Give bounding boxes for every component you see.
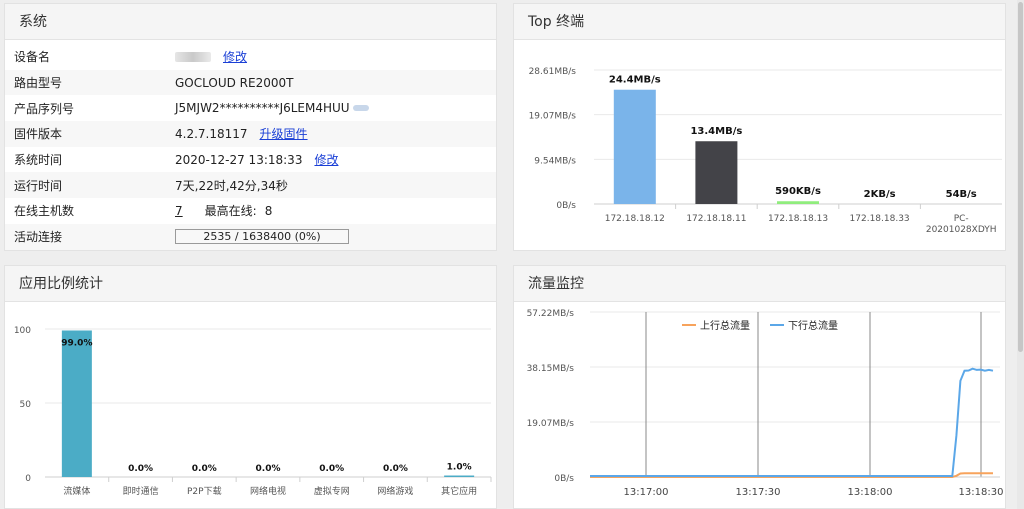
y-tick-label: 19.07MB/s [529, 112, 577, 122]
data-label: 1.0% [447, 463, 472, 473]
data-label: 0.0% [128, 464, 153, 474]
traffic-title: 流量监控 [514, 266, 1005, 302]
serial-value: J5MJW2**********J6LEM4HUU [175, 101, 350, 116]
app-stats-panel: 应用比例统计 100 50 0 99.0% 流媒体 0.0% 即时通信 0.0% P2P下载 0.… [4, 265, 497, 509]
x-tick-label: 其它应用 [441, 485, 477, 497]
row-system-time: 系统时间 2020-12-27 13:18:33 修改 [5, 147, 496, 173]
x-tick-label: 172.18.18.11 [686, 214, 746, 224]
row-uptime: 运行时间 7天,22时,42分,34秒 [5, 172, 496, 199]
serial-redaction [352, 105, 369, 112]
system-time-label: 系统时间 [14, 153, 63, 168]
traffic-chart: 57.22MB/s 38.15MB/s 19.07MB/s 0B/s 13:17:00 1… [527, 309, 1004, 498]
y-tick-label: 28.61MB/s [529, 67, 577, 77]
data-label: 99.0% [61, 338, 92, 348]
app-stats-title: 应用比例统计 [5, 266, 496, 302]
x-tick-label: 13:17:30 [736, 487, 781, 498]
row-online-hosts: 在线主机数 7 最高在线: 8 [5, 198, 496, 224]
x-tick-label: 172.18.18.13 [768, 214, 828, 224]
data-label: 54B/s [946, 189, 977, 200]
online-hosts-label: 在线主机数 [14, 204, 75, 219]
data-label: 0.0% [256, 464, 281, 474]
x-tick-label: 虚拟专网 [314, 485, 350, 497]
y-tick-label: 38.15MB/s [527, 364, 575, 374]
edit-device-name-link[interactable]: 修改 [223, 48, 247, 65]
active-connections-bar: 2535 / 1638400 (0%) [175, 229, 349, 245]
x-tick-label: 流媒体 [63, 485, 90, 497]
data-label: 590KB/s [775, 186, 821, 197]
active-connections-label: 活动连接 [14, 230, 63, 245]
x-tick-label: 13:18:00 [848, 487, 893, 498]
traffic-panel: 流量监控 57.22MB/s 38.15MB/s 19.07MB/s 0B/s 13:1… [513, 265, 1006, 509]
y-tick-label: 0B/s [556, 201, 576, 211]
scrollbar-thumb[interactable] [1018, 2, 1023, 352]
row-firmware: 固件版本 4.2.7.18117 升级固件 [5, 121, 496, 147]
uptime-label: 运行时间 [14, 178, 63, 193]
top-terminals-chart: 28.61MB/s 19.07MB/s 9.54MB/s 0B/s 24.4MB/s 17… [529, 67, 1002, 235]
y-tick-label: 0 [25, 474, 31, 484]
bar [61, 330, 92, 477]
x-tick-label: 13:18:30 [959, 487, 1004, 498]
system-panel-title: 系统 [5, 4, 496, 40]
max-online-label: 最高在线: [204, 204, 257, 219]
x-tick-label: 即时通信 [123, 485, 159, 497]
data-label: 24.4MB/s [609, 75, 661, 86]
app-stats-chart: 100 50 0 99.0% 流媒体 0.0% 即时通信 0.0% P2P下载 0.0% 网络电视 0… [14, 326, 492, 497]
online-hosts-link[interactable]: 7 [175, 204, 183, 218]
row-serial: 产品序列号 J5MJW2**********J6LEM4HUU [5, 95, 496, 121]
row-active-connections: 活动连接 2535 / 1638400 (0%) [5, 223, 496, 250]
data-label: 2KB/s [864, 189, 896, 200]
page-scrollbar[interactable] [1017, 0, 1024, 509]
system-time-value: 2020-12-27 13:18:33 [175, 152, 303, 167]
bar [444, 475, 475, 477]
firmware-label: 固件版本 [14, 127, 63, 142]
bar [613, 89, 656, 204]
uptime-value: 7天,22时,42分,34秒 [175, 178, 288, 193]
bar [695, 141, 738, 204]
firmware-value: 4.2.7.18117 [175, 126, 248, 141]
y-tick-label: 9.54MB/s [534, 156, 576, 166]
row-device-name: 设备名 修改 [5, 44, 496, 70]
x-tick-label: 172.18.18.33 [850, 214, 910, 224]
device-name-value [175, 51, 211, 62]
y-tick-label: 100 [14, 326, 31, 336]
upgrade-firmware-link[interactable]: 升级固件 [260, 125, 308, 142]
data-label: 13.4MB/s [690, 126, 742, 137]
system-panel: 系统 设备名 修改 路由型号 GOCLOUD RE2000T 产品序列号 J5M… [4, 3, 497, 251]
data-label: 0.0% [319, 464, 344, 474]
serial-label: 产品序列号 [14, 101, 75, 116]
y-tick-label: 19.07MB/s [527, 419, 575, 429]
x-tick-label: 网络电视 [250, 485, 286, 497]
bar [777, 201, 819, 204]
edit-time-link[interactable]: 修改 [314, 151, 338, 168]
y-tick-label: 0B/s [554, 474, 574, 484]
x-tick-label: 172.18.18.12 [605, 214, 665, 224]
data-label: 0.0% [192, 464, 217, 474]
x-tick-label: P2P下载 [187, 485, 222, 497]
router-model-label: 路由型号 [14, 76, 63, 91]
x-tick-label: PC- [954, 214, 969, 224]
y-tick-label: 50 [20, 400, 32, 410]
top-terminals-panel: Top 终端 28.61MB/s 19.07MB/s 9.54MB/s 0B/s 24.… [513, 3, 1006, 251]
y-tick-label: 57.22MB/s [527, 309, 575, 319]
system-info-table: 设备名 修改 路由型号 GOCLOUD RE2000T 产品序列号 J5MJW2… [5, 44, 496, 250]
x-tick-label: 13:17:00 [624, 487, 669, 498]
router-model-value: GOCLOUD RE2000T [175, 75, 294, 90]
row-router-model: 路由型号 GOCLOUD RE2000T [5, 69, 496, 96]
data-label: 0.0% [383, 464, 408, 474]
legend-label: 上行总流量 [700, 319, 750, 332]
x-tick-label: 20201028XDYH [926, 225, 997, 235]
x-tick-label: 网络游戏 [377, 485, 413, 497]
max-online-value: 8 [264, 203, 273, 218]
device-name-label: 设备名 [14, 50, 51, 65]
legend-label: 下行总流量 [788, 319, 838, 332]
top-terminals-title: Top 终端 [514, 4, 1005, 40]
